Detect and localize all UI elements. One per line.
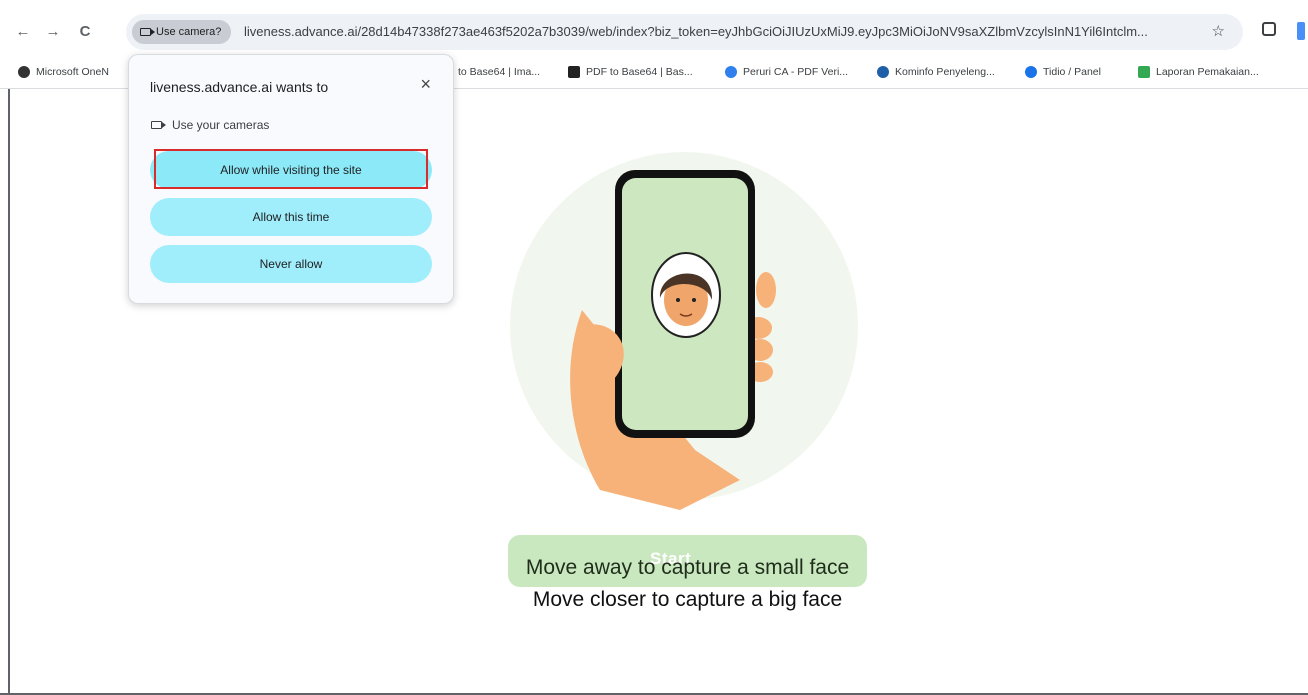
site-favicon-icon <box>877 66 889 78</box>
globe-icon <box>18 66 30 78</box>
bookmark-star-icon[interactable]: ☆ <box>1212 22 1225 40</box>
forward-arrow-icon: → <box>45 22 61 40</box>
reload-button[interactable]: C <box>74 20 96 42</box>
camera-permission-dialog: liveness.advance.ai wants to × Use your … <box>128 54 454 304</box>
side-panel-icon[interactable] <box>1297 22 1305 40</box>
instruction-big-face: Move closer to capture a big face <box>532 588 843 611</box>
instruction-small-face: Move away to capture a small face <box>525 556 850 579</box>
url-text[interactable]: liveness.advance.ai/28d14b47338f273ae463… <box>244 24 1204 39</box>
eye-shape <box>692 298 696 302</box>
bookmark-label: to Base64 | Ima... <box>458 66 541 78</box>
forward-button[interactable]: → <box>42 20 64 42</box>
bookmark-label: PDF to Base64 | Bas... <box>586 66 693 78</box>
bookmark-item[interactable]: Peruri CA - PDF Veri... <box>725 66 848 78</box>
permission-request-label: Use your cameras <box>172 118 270 132</box>
permission-title: liveness.advance.ai wants to <box>150 79 329 95</box>
allow-while-visiting-button[interactable]: Allow while visiting the site <box>150 151 432 189</box>
bookmark-item[interactable]: Laporan Pemakaian... <box>1138 66 1259 78</box>
address-bar[interactable]: Use camera? liveness.advance.ai/28d14b47… <box>126 14 1243 50</box>
button-label: Allow while visiting the site <box>220 163 362 177</box>
never-allow-button[interactable]: Never allow <box>150 245 432 283</box>
reload-icon: C <box>79 22 91 40</box>
camera-icon <box>151 121 166 129</box>
back-button[interactable]: ← <box>12 20 34 42</box>
bookmark-label: Kominfo Penyeleng... <box>895 66 995 78</box>
permission-request: Use your cameras <box>151 118 269 132</box>
close-icon[interactable]: × <box>420 75 431 93</box>
browser-toolbar: ← → C Use camera? liveness.advance.ai/28… <box>0 0 1308 60</box>
bookmark-label: Microsoft OneN <box>36 66 109 78</box>
bookmark-label: Tidio / Panel <box>1043 66 1101 78</box>
site-favicon-icon <box>568 66 580 78</box>
camera-icon <box>140 28 155 36</box>
button-label: Allow this time <box>252 210 330 224</box>
bookmark-label: Laporan Pemakaian... <box>1156 66 1259 78</box>
bookmark-label: Peruri CA - PDF Veri... <box>743 66 849 78</box>
allow-this-time-button[interactable]: Allow this time <box>150 198 432 236</box>
drive-icon <box>1138 66 1150 78</box>
bookmark-item[interactable]: Tidio / Panel <box>1025 66 1101 78</box>
liveness-illustration <box>510 152 858 510</box>
finger-shape <box>756 272 776 308</box>
bookmark-item[interactable]: to Base64 | Ima... <box>458 66 540 78</box>
camera-permission-chip[interactable]: Use camera? <box>132 20 232 44</box>
camera-chip-label: Use camera? <box>156 26 222 38</box>
bookmark-item[interactable]: Kominfo Penyeleng... <box>877 66 995 78</box>
back-arrow-icon: ← <box>15 22 31 40</box>
eye-shape <box>676 298 680 302</box>
extensions-icon[interactable] <box>1262 22 1276 36</box>
site-favicon-icon <box>725 66 737 78</box>
bookmark-item[interactable]: Microsoft OneN <box>18 66 109 78</box>
site-favicon-icon <box>1025 66 1037 78</box>
page-left-border <box>8 52 10 695</box>
bookmark-item[interactable]: PDF to Base64 | Bas... <box>568 66 693 78</box>
button-label: Never allow <box>259 257 323 271</box>
